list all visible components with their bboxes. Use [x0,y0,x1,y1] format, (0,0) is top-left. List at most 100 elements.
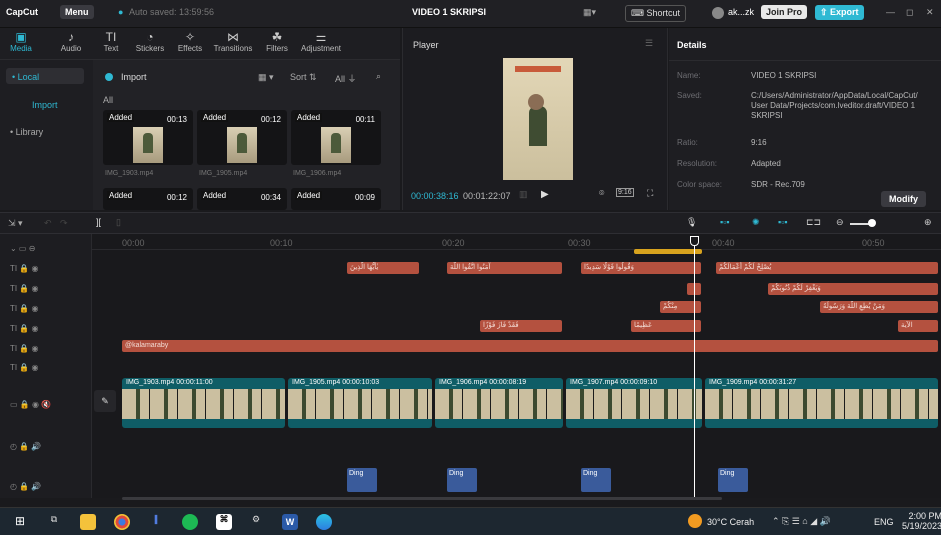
weather-icon[interactable] [688,514,702,528]
filter-button[interactable]: All ⏚ [335,72,357,85]
layout-icon[interactable]: ▦▾ [583,7,596,18]
pen-app-icon[interactable]: ∥ [148,514,164,530]
view-toggle-icon[interactable]: ▦ ▾ [258,72,274,83]
text-clip[interactable]: آمَنُوا اتَّقُوا اللَّهَ [447,262,562,274]
tab-adjustment[interactable]: ⚌ Adjustment [296,30,346,53]
search-icon[interactable]: ⌕ [376,71,381,82]
file-explorer-icon[interactable] [80,514,96,530]
sidebar-item-import[interactable]: Import [32,100,58,110]
fit-icon[interactable]: ⌾ [599,188,604,199]
maximize-icon[interactable]: ◻ [906,7,913,18]
media-thumb[interactable]: Added 00:12 [197,110,287,165]
track-header-text[interactable]: TI 🔒 ◉ [10,363,39,372]
track-header-video[interactable]: ▭ 🔒 ◉ 🔇 [10,400,51,409]
timeline-scrollbar[interactable] [122,497,722,500]
linkage-icon[interactable]: ✺ [752,217,760,228]
media-thumb[interactable]: Added 00:09 [291,188,381,210]
text-clip[interactable]: وَمَنْ يُطِعِ اللَّهَ وَرَسُولَهُ [820,301,938,313]
tab-effects[interactable]: ✧ Effects [172,30,208,53]
media-thumb[interactable]: Added 00:11 [291,110,381,165]
media-thumb[interactable]: Added 00:13 [103,110,193,165]
menu-button[interactable]: Menu [60,5,94,19]
microphone-icon[interactable]: 🎙 [686,217,697,228]
zoom-slider[interactable] [850,223,870,225]
caption-clip[interactable]: @kalamaraby [122,340,938,352]
modify-button[interactable]: Modify [881,191,926,207]
track-header-text[interactable]: TI 🔒 ◉ [10,284,39,293]
spotify-icon[interactable] [182,514,198,530]
tab-media[interactable]: ▣ Media [6,30,36,53]
edge-icon[interactable] [316,514,332,530]
fullscreen-icon[interactable]: ⛶ [647,188,653,199]
delete-icon[interactable]: ▯ [116,217,121,228]
playhead-handle[interactable] [690,236,699,246]
text-clip[interactable]: فَقَدْ فَازَ فَوْزًا [480,320,562,332]
tab-filters[interactable]: ☘ Filters [260,30,294,53]
split-screen-icon[interactable]: ⊏⊐ [806,217,821,228]
import-icon[interactable] [105,73,113,81]
sidebar-item-library[interactable]: • Library [10,127,43,137]
capcut-taskbar-icon[interactable]: ⌘ [216,514,232,530]
redo-icon[interactable]: ↷ [60,218,68,229]
sort-button[interactable]: Sort ⇅ [290,72,317,83]
text-clip[interactable]: عَظِيمًا [631,320,701,332]
media-thumb[interactable]: Added 00:34 [197,188,287,210]
tab-audio[interactable]: ♪ Audio [56,30,86,53]
tab-text[interactable]: TI Text [98,30,124,53]
audio-clip[interactable]: Ding [447,468,477,492]
text-clip[interactable]: وَقُولُوا قَوْلًا سَدِيدًا [581,262,701,274]
audio-clip[interactable]: Ding [718,468,748,492]
text-clip[interactable]: وَيَغْفِرْ لَكُمْ ذُنُوبَكُمْ [768,283,938,295]
video-clip[interactable]: IMG_1906.mp4 00:00:08:19 [435,378,563,428]
play-button[interactable]: ▶ [541,189,549,200]
video-clip[interactable]: IMG_1903.mp4 00:00:11:00 [122,378,285,428]
zoom-handle[interactable] [868,219,876,227]
video-clip[interactable]: IMG_1905.mp4 00:00:10:03 [288,378,432,428]
media-thumb[interactable]: Added 00:12 [103,188,193,210]
video-clip[interactable]: IMG_1907.mp4 00:00:09:10 [566,378,702,428]
video-clip[interactable]: IMG_1909.mp4 00:00:31:27 [705,378,938,428]
audio-clip[interactable]: Ding [581,468,611,492]
track-header-text[interactable]: TI 🔒 ◉ [10,304,39,313]
auto-snap-icon[interactable]: ▪▫▪ [720,217,730,227]
shortcut-button[interactable]: ⌨ Shortcut [625,5,687,22]
zoom-in-icon[interactable]: ⊕ [924,217,932,228]
sidebar-item-local[interactable]: • Local [6,68,84,84]
task-view-icon[interactable]: ⧉ [46,514,62,530]
audio-clip[interactable]: Ding [347,468,377,492]
export-button[interactable]: ⇧ Export [815,5,864,20]
avatar[interactable] [712,7,724,19]
ratio-button[interactable]: 9:16 [616,188,634,197]
split-icon[interactable]: ][ [96,217,101,227]
track-header-audio[interactable]: ◴ 🔒 🔊 [10,442,41,451]
track-header-text[interactable]: TI 🔒 ◉ [10,264,39,273]
text-clip[interactable]: يُصْلِحْ لَكُمْ أَعْمَالَكُمْ [716,262,938,274]
settings-icon[interactable]: ⚙ [248,514,264,530]
text-clip[interactable]: يٰأَيُّهَا الَّذِينَ [347,262,419,274]
text-clip[interactable]: الآية [898,320,938,332]
tray-icons[interactable]: ⌃ ⎘ ☰ ⌂ ◢ 🔊 [772,516,831,527]
timeline-ruler[interactable]: 00:00 00:10 00:20 00:30 00:40 00:50 [92,236,941,250]
tab-transitions[interactable]: ⋈ Transitions [208,30,258,53]
join-pro-button[interactable]: Join Pro [761,5,808,19]
edit-cover-icon[interactable]: ✎ [94,390,116,412]
track-header-audio[interactable]: ◴ 🔒 🔊 [10,482,41,491]
range-marker[interactable] [634,249,702,254]
tab-stickers[interactable]: ◔ Stickers [130,30,170,53]
word-icon[interactable]: W [282,514,298,530]
playhead[interactable] [694,236,695,498]
select-tool-icon[interactable]: ⇲ ▾ [8,218,23,229]
chrome-icon[interactable] [114,514,130,530]
player-menu-icon[interactable]: ☰ [645,38,653,49]
undo-icon[interactable]: ↶ [44,218,52,229]
clock[interactable]: 2:00 PM 5/19/2023 [902,511,941,531]
windows-start-icon[interactable]: ⊞ [12,514,28,530]
track-header-text[interactable]: TI 🔒 ◉ [10,344,39,353]
preview-axis-icon[interactable]: ▪▫▪ [778,217,788,227]
zoom-out-icon[interactable]: ⊖ [836,217,844,228]
minimize-icon[interactable]: — [886,7,895,17]
close-icon[interactable]: ✕ [926,7,934,18]
weather-text[interactable]: 30°C Cerah [707,517,754,527]
language-indicator[interactable]: ENG [874,517,894,527]
import-button[interactable]: Import [121,72,147,82]
